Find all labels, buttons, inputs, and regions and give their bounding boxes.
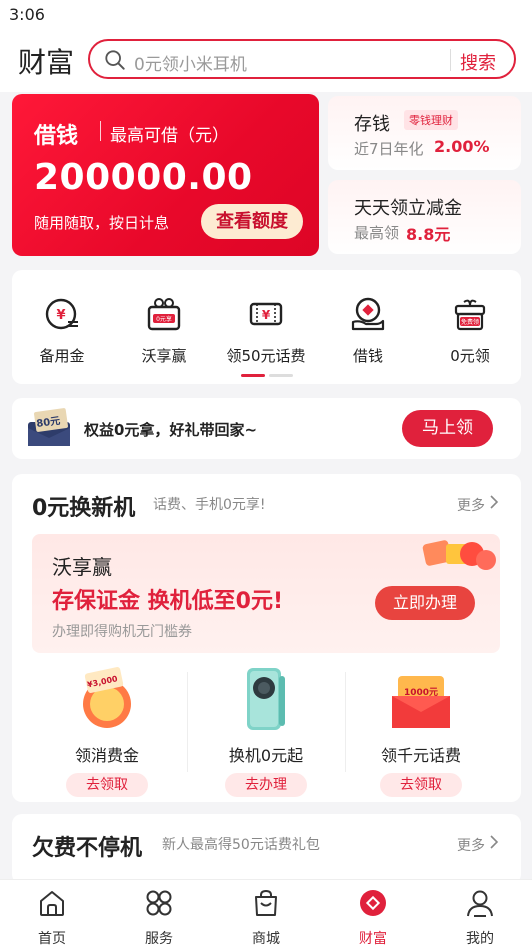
gift-decoration-icon	[422, 540, 496, 570]
quick-item-backup-fund[interactable]: ¥ 备用金	[12, 296, 112, 366]
loan-title-divider	[100, 121, 101, 141]
tab-label: 财富	[359, 931, 387, 947]
discount-card[interactable]: 天天领立减金 最高领 8.8元	[328, 180, 521, 254]
loan-card[interactable]: 借钱 最高可借（元） 200000.00 随用随取，按日计息 查看额度	[12, 94, 319, 256]
grid-icon	[146, 890, 172, 916]
apply-now-button[interactable]: 立即办理	[375, 586, 475, 620]
tab-services[interactable]: 服务	[119, 888, 199, 948]
save-money-card[interactable]: 存钱 零钱理财 近7日年化 2.00%	[328, 96, 521, 170]
smartphone-icon	[247, 668, 285, 730]
hand-coin-icon	[351, 297, 385, 331]
red-packet-icon: 1000元	[392, 676, 450, 728]
promo-banner[interactable]: 80元 权益0元拿，好礼带回家~ 马上领	[12, 398, 521, 459]
tab-home[interactable]: 首页	[12, 888, 92, 948]
trade-in-banner[interactable]: 沃享赢 存保证金 换机低至0元! 办理即得购机无门槛券 立即办理	[32, 534, 500, 653]
quick-item-wo-xiang-ying[interactable]: 0元享 沃享赢	[114, 296, 214, 366]
coupon-hand-icon: ¥3,000	[83, 667, 131, 728]
profile-icon	[467, 890, 493, 917]
promo-text: 权益0元拿，好礼带回家~	[84, 421, 258, 439]
tab-label: 服务	[145, 931, 173, 947]
claim-now-button[interactable]: 马上领	[402, 410, 493, 447]
svg-text:¥: ¥	[56, 308, 65, 323]
page-title: 财富	[18, 46, 75, 79]
loan-title: 借钱	[34, 124, 79, 149]
trade-in-headline: 存保证金 换机低至0元!	[52, 589, 284, 614]
tab-wealth[interactable]: 财富	[333, 888, 413, 948]
carousel-dot	[269, 374, 293, 377]
shopping-bag-icon	[255, 889, 277, 916]
claim-button[interactable]: 去领取	[66, 773, 148, 797]
loan-description: 随用随取，按日计息	[34, 214, 170, 232]
offer-label: 领千元话费	[380, 746, 461, 765]
chevron-right-icon[interactable]	[489, 835, 499, 849]
offer-consumer-credit[interactable]: ¥3,000 领消费金 去领取	[34, 666, 180, 797]
save-card-rate: 2.00%	[434, 137, 490, 156]
tab-label: 首页	[38, 931, 66, 947]
trade-in-description: 办理即得购机无门槛券	[52, 624, 192, 640]
more-link[interactable]: 更多	[457, 495, 485, 515]
section-subtitle: 新人最高得50元话费礼包	[162, 837, 320, 853]
red-envelope-icon: 80元	[28, 408, 70, 446]
tab-mall[interactable]: 商城	[226, 888, 306, 948]
save-card-title: 存钱	[354, 114, 390, 135]
quick-item-label: 领50元话费	[226, 347, 306, 365]
view-credit-limit-button[interactable]: 查看额度	[201, 204, 303, 239]
free-badge-text: 免费领	[461, 318, 479, 326]
yen-coin-icon: ¥	[45, 298, 78, 330]
loan-amount: 200000.00	[34, 157, 253, 198]
offer-phone-upgrade[interactable]: 换机0元起 去办理	[193, 666, 339, 797]
discount-card-label: 最高领	[354, 224, 400, 242]
yen-ticket-icon: ¥	[249, 302, 283, 326]
section-title: 0元换新机	[32, 496, 136, 521]
offer-label: 领消费金	[74, 746, 139, 765]
offer-divider	[187, 672, 188, 772]
quick-item-label: 借钱	[352, 347, 383, 365]
quick-item-free-gift[interactable]: 免费领 0元领	[420, 296, 520, 366]
home-icon	[40, 891, 64, 916]
quick-item-label: 0元领	[450, 347, 490, 365]
free-gift-icon: 免费领	[454, 299, 486, 331]
gift-box-icon: 0元享	[147, 298, 181, 331]
header: 财富 0元领小米耳机 搜索	[0, 30, 532, 92]
search-bar[interactable]: 0元领小米耳机 搜索	[88, 39, 516, 79]
tab-label: 商城	[252, 931, 280, 947]
save-card-tag: 零钱理财	[404, 110, 458, 130]
offer-divider	[345, 672, 346, 772]
wealth-icon	[360, 890, 386, 916]
loan-subtitle: 最高可借（元）	[110, 126, 229, 146]
quick-item-label: 备用金	[39, 347, 85, 365]
trade-in-section: 0元换新机 话费、手机0元享! 更多 沃享赢 存保证金 换机低至0元! 办理即得…	[12, 474, 521, 802]
more-link[interactable]: 更多	[457, 835, 485, 855]
gift-badge-text: 0元享	[156, 315, 172, 323]
section-subtitle: 话费、手机0元享!	[153, 497, 266, 513]
discount-card-title: 天天领立减金	[354, 198, 462, 219]
bottom-tab-bar: 首页 服务 商城 财富 我的	[0, 879, 532, 948]
quick-item-label: 沃享赢	[141, 347, 187, 365]
apply-button[interactable]: 去办理	[225, 773, 307, 797]
save-card-label: 近7日年化	[354, 140, 424, 158]
tab-profile[interactable]: 我的	[440, 888, 520, 948]
svg-text:¥: ¥	[262, 308, 271, 322]
claim-button[interactable]: 去领取	[380, 773, 462, 797]
search-input[interactable]: 0元领小米耳机	[134, 50, 247, 75]
quick-menu: ¥ 备用金 0元享 沃享赢 ¥ 领50元话费 借钱 免费领 0元领	[12, 270, 521, 384]
search-button[interactable]: 搜索	[460, 49, 496, 75]
status-bar: 3:06	[0, 0, 532, 30]
offer-label: 换机0元起	[228, 746, 304, 765]
tab-label: 我的	[466, 931, 494, 947]
offer-phone-credit[interactable]: 1000元 领千元话费 去领取	[348, 666, 494, 797]
trade-in-brand: 沃享赢	[52, 555, 112, 579]
arrears-section: 欠费不停机 新人最高得50元话费礼包 更多	[12, 814, 521, 884]
carousel-dot-active	[241, 374, 265, 377]
chevron-right-icon[interactable]	[489, 495, 499, 509]
search-divider	[450, 49, 451, 71]
discount-card-value: 8.8元	[406, 225, 451, 244]
quick-item-borrow[interactable]: 借钱	[318, 296, 418, 366]
section-title: 欠费不停机	[32, 836, 143, 861]
search-icon	[105, 50, 125, 70]
quick-item-phone-credit[interactable]: ¥ 领50元话费	[216, 296, 316, 366]
status-time: 3:06	[9, 5, 45, 24]
